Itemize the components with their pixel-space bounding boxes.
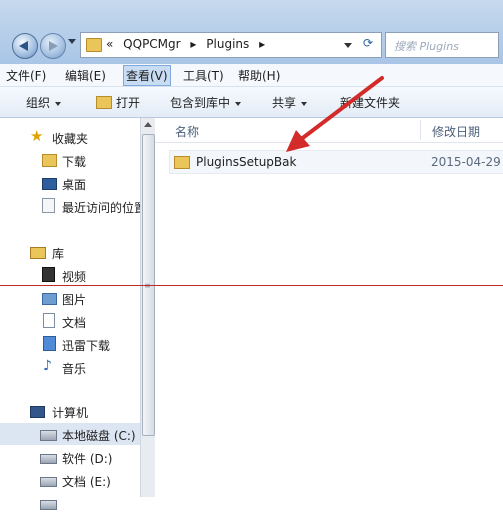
desktop-icon — [42, 178, 57, 190]
sidebar-item-library[interactable]: 库 — [0, 241, 140, 263]
column-header: 名称 修改日期 — [155, 118, 503, 143]
navigation-scrollbar[interactable]: ≡ — [140, 118, 155, 497]
file-date: 2015-04-29 — [431, 155, 501, 169]
chevron-down-icon — [55, 101, 62, 106]
sidebar-item-pictures[interactable]: 图片 — [0, 287, 140, 309]
star-icon: ★ — [30, 127, 44, 145]
sidebar-item-documents[interactable]: 文档 — [0, 310, 140, 332]
open-label: 打开 — [116, 96, 141, 110]
organize-label: 组织 — [26, 96, 51, 110]
sidebar-item-label: 视频 — [62, 270, 87, 284]
sidebar-item-label: 文档 — [62, 316, 87, 330]
title-bar: « QQPCMgr ▸ Plugins ▸ ⟳ 搜索 Plugins — [0, 0, 503, 64]
menu-help[interactable]: 帮助(H) — [238, 67, 280, 84]
column-divider[interactable] — [420, 120, 421, 140]
breadcrumb[interactable]: « QQPCMgr ▸ Plugins ▸ — [106, 37, 271, 51]
address-bar[interactable]: « QQPCMgr ▸ Plugins ▸ ⟳ — [80, 32, 382, 58]
download-folder-icon — [42, 154, 57, 167]
documents-icon — [43, 313, 55, 328]
sidebar-item-downloads[interactable]: 下载 — [0, 149, 140, 171]
video-icon — [42, 267, 55, 282]
share-button[interactable]: 共享 — [272, 94, 308, 111]
sidebar-item-label: 最近访问的位置 — [62, 201, 140, 215]
new-folder-button[interactable]: 新建文件夹 — [340, 94, 400, 111]
breadcrumb-plugins[interactable]: Plugins — [206, 37, 249, 51]
file-list: 名称 修改日期 PluginsSetupBak 2015-04-29 — [155, 118, 503, 497]
recent-pages-chevron-icon[interactable] — [68, 39, 76, 44]
library-icon — [30, 247, 46, 259]
folder-icon — [174, 156, 190, 169]
search-input[interactable]: 搜索 Plugins — [385, 32, 499, 58]
open-button[interactable]: 打开 — [96, 94, 140, 111]
sidebar-item-thunder[interactable]: 迅雷下载 — [0, 333, 140, 355]
folder-icon — [86, 38, 102, 52]
drive-icon — [40, 500, 57, 510]
computer-icon — [30, 406, 45, 418]
sidebar-item-recent[interactable]: 最近访问的位置 — [0, 195, 140, 217]
forward-button[interactable] — [40, 33, 66, 59]
sidebar-item-label: 桌面 — [62, 178, 87, 192]
sidebar-item-label: 文档 (E:) — [62, 475, 111, 489]
system-drive-icon — [40, 430, 57, 441]
annotation-line — [0, 285, 503, 286]
back-button[interactable] — [12, 33, 38, 59]
sidebar-item-label: 库 — [52, 247, 65, 261]
menu-edit[interactable]: 编辑(E) — [65, 67, 106, 84]
sidebar-item-label: 迅雷下载 — [62, 339, 111, 353]
sidebar-item-music[interactable]: ♪ 音乐 — [0, 356, 140, 378]
address-dropdown-icon[interactable] — [344, 43, 352, 48]
recent-places-icon — [42, 198, 55, 213]
sidebar-item-video[interactable]: 视频 — [0, 264, 140, 286]
forward-arrow-icon — [49, 41, 58, 51]
include-in-library-button[interactable]: 包含到库中 — [170, 94, 242, 111]
command-bar: 组织 打开 包含到库中 共享 新建文件夹 — [0, 87, 503, 118]
sidebar-item-drive-e[interactable]: 文档 (E:) — [0, 469, 140, 491]
thunder-download-icon — [43, 336, 56, 351]
share-label: 共享 — [272, 96, 297, 110]
sidebar-item-label: 计算机 — [52, 406, 89, 420]
sidebar-item-label: 图片 — [62, 293, 87, 307]
back-arrow-icon — [19, 41, 28, 51]
menu-tools[interactable]: 工具(T) — [183, 67, 224, 84]
breadcrumb-separator-icon[interactable]: ▸ — [190, 37, 196, 51]
sidebar-item-computer[interactable]: 计算机 — [0, 400, 140, 422]
navigation-pane: ★ 收藏夹 下载 桌面 最近访问的位置 库 视频 图片 文档 迅雷下载 ♪ 音乐 计… — [0, 118, 140, 510]
organize-button[interactable]: 组织 — [26, 94, 62, 111]
sidebar-item-drive-c[interactable]: 本地磁盘 (C:) — [0, 423, 140, 445]
sidebar-item-label: 本地磁盘 (C:) — [62, 429, 136, 443]
sidebar-item-drive-d[interactable]: 软件 (D:) — [0, 446, 140, 468]
column-modified[interactable]: 修改日期 — [432, 123, 480, 140]
music-icon: ♪ — [43, 358, 52, 374]
include-label: 包含到库中 — [170, 96, 231, 110]
scroll-up-icon[interactable] — [144, 122, 152, 127]
column-name[interactable]: 名称 — [175, 123, 199, 140]
pictures-icon — [42, 293, 57, 305]
breadcrumb-overflow[interactable]: « — [106, 37, 113, 51]
sidebar-item-label: 软件 (D:) — [62, 452, 113, 466]
sidebar-item-drive-partial[interactable] — [0, 492, 140, 514]
chevron-down-icon — [235, 101, 242, 106]
refresh-icon[interactable]: ⟳ — [363, 36, 377, 52]
search-placeholder: 搜索 Plugins — [394, 40, 459, 53]
sidebar-item-label: 下载 — [62, 155, 87, 169]
sidebar-item-favorites[interactable]: ★ 收藏夹 — [0, 126, 140, 148]
menu-view[interactable]: 查看(V) — [123, 65, 171, 86]
breadcrumb-separator-icon[interactable]: ▸ — [259, 37, 265, 51]
breadcrumb-qqpcmgr[interactable]: QQPCMgr — [123, 37, 180, 51]
open-folder-icon — [96, 96, 112, 109]
menu-file[interactable]: 文件(F) — [6, 67, 46, 84]
drive-icon — [40, 477, 57, 487]
chevron-down-icon — [301, 101, 308, 106]
file-name: PluginsSetupBak — [196, 155, 297, 169]
sidebar-item-label: 收藏夹 — [52, 132, 89, 146]
list-item[interactable]: PluginsSetupBak 2015-04-29 — [169, 150, 503, 174]
drive-icon — [40, 454, 57, 464]
sidebar-item-desktop[interactable]: 桌面 — [0, 172, 140, 194]
menu-bar: 文件(F) 编辑(E) 查看(V) 工具(T) 帮助(H) — [0, 64, 503, 87]
sidebar-item-label: 音乐 — [62, 362, 87, 376]
